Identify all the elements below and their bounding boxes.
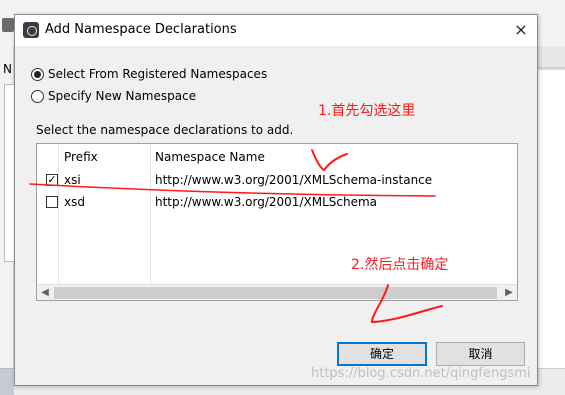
eclipse-icon bbox=[23, 22, 39, 38]
radio-button-icon[interactable] bbox=[31, 89, 44, 103]
radio-specify-new[interactable]: Specify New Namespace bbox=[31, 87, 196, 105]
instruction-label: Select the namespace declarations to add… bbox=[36, 123, 294, 137]
table-header: Prefix Namespace Name bbox=[37, 146, 517, 168]
watermark: https://blog.csdn.net/qingfengsmi bbox=[311, 366, 531, 381]
annotation-step2: 2.然后点击确定 bbox=[351, 257, 449, 273]
row-prefix: xsi bbox=[64, 173, 81, 187]
app-icon bbox=[2, 18, 14, 32]
scroll-left-icon[interactable]: ◀ bbox=[37, 285, 53, 300]
ok-button[interactable]: 确定 bbox=[337, 342, 427, 366]
scroll-right-icon[interactable]: ▶ bbox=[501, 285, 517, 300]
row-prefix: xsd bbox=[64, 195, 85, 209]
close-button[interactable]: × bbox=[505, 15, 537, 45]
column-header-prefix[interactable]: Prefix bbox=[64, 146, 98, 168]
dialog-titlebar: Add Namespace Declarations × bbox=[15, 15, 537, 46]
radio-button-selected-icon[interactable] bbox=[31, 67, 44, 81]
background-panel-frame bbox=[4, 84, 14, 262]
radio-label-specify-new: Specify New Namespace bbox=[48, 89, 197, 103]
row-namespace: http://www.w3.org/2001/XMLSchema-instanc… bbox=[155, 173, 433, 187]
table-row[interactable]: xsd http://www.w3.org/2001/XMLSchema bbox=[37, 191, 517, 213]
horizontal-scrollbar[interactable]: ◀ ▶ bbox=[37, 284, 517, 300]
background-right-header bbox=[537, 46, 565, 68]
scroll-thumb[interactable] bbox=[54, 287, 497, 299]
annotation-step1: 1.首先勾选这里 bbox=[318, 103, 416, 119]
cancel-button[interactable]: 取消 bbox=[436, 342, 525, 366]
background-status-tab bbox=[0, 368, 14, 395]
column-header-namespace[interactable]: Namespace Name bbox=[155, 146, 265, 168]
row-namespace: http://www.w3.org/2001/XMLSchema bbox=[155, 195, 377, 209]
background-label: N bbox=[3, 62, 12, 76]
namespace-table: Prefix Namespace Name ✓ xsi http://www.w… bbox=[36, 143, 518, 301]
row-checkbox-xsi[interactable]: ✓ bbox=[46, 174, 58, 186]
radio-label-registered: Select From Registered Namespaces bbox=[48, 67, 268, 81]
add-namespace-dialog: Add Namespace Declarations × Select From… bbox=[14, 14, 538, 386]
table-row[interactable]: ✓ xsi http://www.w3.org/2001/XMLSchema-i… bbox=[37, 169, 517, 191]
row-checkbox-xsd[interactable] bbox=[46, 196, 58, 208]
dialog-title: Add Namespace Declarations bbox=[45, 22, 237, 37]
radio-select-registered[interactable]: Select From Registered Namespaces bbox=[31, 65, 267, 83]
background-right-divider bbox=[537, 68, 565, 70]
